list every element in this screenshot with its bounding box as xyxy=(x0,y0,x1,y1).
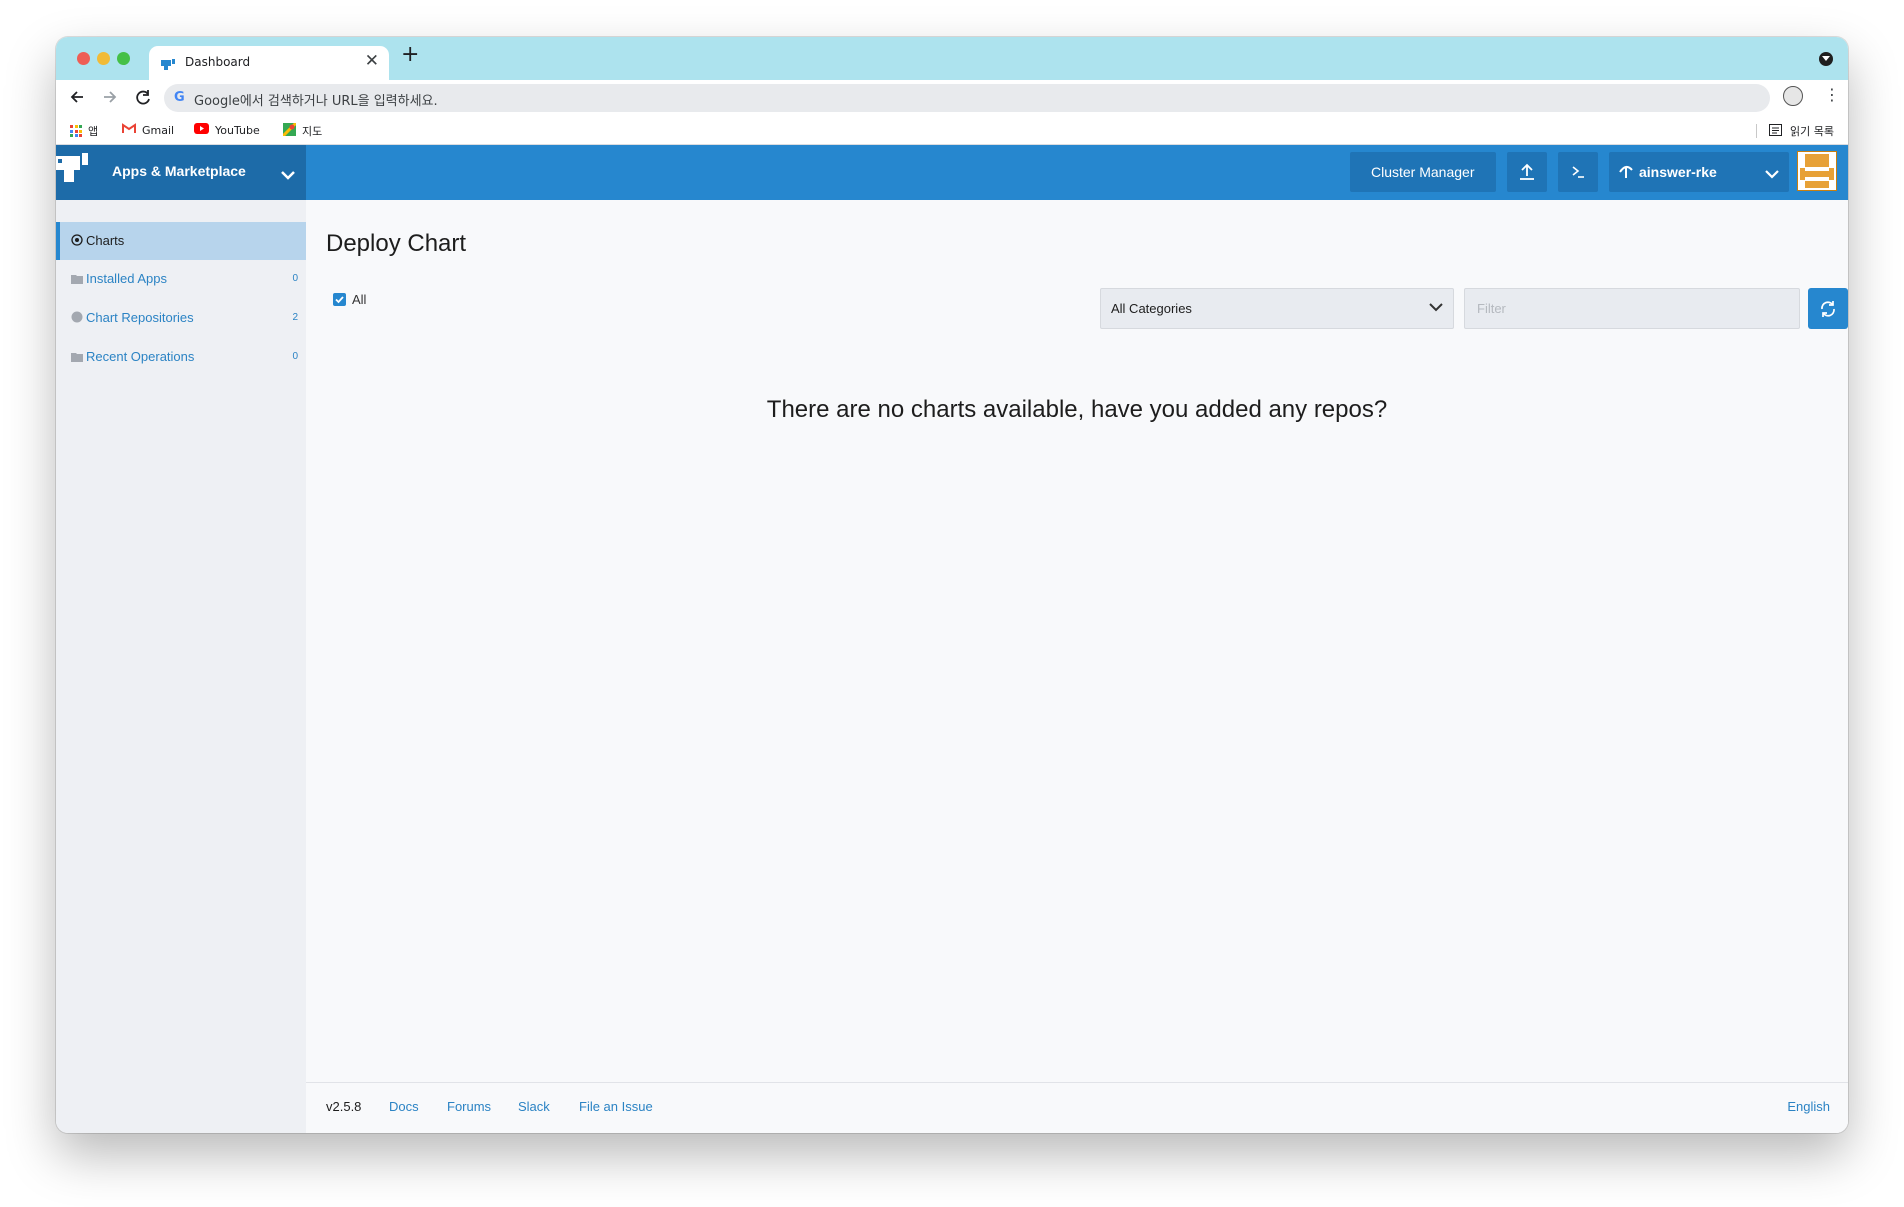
extension-icon[interactable] xyxy=(1783,86,1803,106)
reload-icon[interactable] xyxy=(132,86,154,108)
category-selected-value: All Categories xyxy=(1111,301,1192,316)
rancher-favicon-icon xyxy=(161,56,177,75)
sidebar-item-chart-repositories[interactable]: Chart Repositories 2 xyxy=(56,299,306,337)
checkbox-checked-icon[interactable] xyxy=(333,293,346,306)
count-badge: 2 xyxy=(292,312,298,323)
chevron-down-icon xyxy=(1429,303,1443,312)
bookmarks-bar: 앱 Gmail YouTube 지도 읽기 목록 xyxy=(56,116,1848,145)
maps-icon xyxy=(281,121,298,139)
chevron-down-icon xyxy=(1765,166,1779,182)
circle-dot-icon xyxy=(71,234,83,249)
language-selector[interactable]: English xyxy=(1787,1099,1830,1114)
sidebar-item-label: Recent Operations xyxy=(86,349,195,364)
tab-title: Dashboard xyxy=(185,55,251,69)
sidebar-item-label: Chart Repositories xyxy=(86,310,194,325)
browser-window: Dashboard ✕ + G Google에서 검색하거나 URL을 입력하세… xyxy=(56,37,1848,1133)
google-g-icon: G xyxy=(174,90,185,105)
folder-icon xyxy=(71,272,83,287)
address-bar[interactable]: G Google에서 검색하거나 URL을 입력하세요. xyxy=(164,84,1770,112)
sidebar: Charts Installed Apps 0 Chart Repositori… xyxy=(56,200,306,1133)
reading-list-button[interactable]: 읽기 목록 xyxy=(1756,123,1834,139)
tab-dashboard[interactable]: Dashboard ✕ xyxy=(149,46,389,80)
count-badge: 0 xyxy=(292,351,298,362)
bookmark-youtube[interactable]: YouTube xyxy=(194,123,260,137)
maximize-window-button[interactable] xyxy=(117,52,130,65)
sidebar-item-label: Charts xyxy=(86,233,125,248)
category-select[interactable]: All Categories xyxy=(1100,288,1454,329)
close-window-button[interactable] xyxy=(77,52,90,65)
bookmarks-divider xyxy=(1756,124,1758,138)
cluster-manager-label: Cluster Manager xyxy=(1371,164,1475,180)
bookmark-apps[interactable]: 앱 xyxy=(70,123,98,139)
all-label: All xyxy=(352,292,367,307)
empty-state-message: There are no charts available, have you … xyxy=(766,396,1388,423)
cluster-name: ainswer-rke xyxy=(1639,164,1717,180)
minimize-window-button[interactable] xyxy=(97,52,110,65)
new-tab-button[interactable]: + xyxy=(401,42,419,67)
sidebar-item-installed-apps[interactable]: Installed Apps 0 xyxy=(56,260,306,298)
bookmark-gmail[interactable]: Gmail xyxy=(122,123,174,137)
browser-toolbar: G Google에서 검색하거나 URL을 입력하세요. ⋮ xyxy=(56,80,1848,116)
tab-strip: Dashboard ✕ + xyxy=(56,37,1848,80)
refresh-icon xyxy=(1821,301,1835,317)
terminal-icon xyxy=(1571,165,1585,182)
sidebar-item-label: Installed Apps xyxy=(86,271,167,286)
footer-link-file-an-issue[interactable]: File an Issue xyxy=(579,1099,653,1114)
gmail-icon xyxy=(122,123,136,137)
bookmark-label: YouTube xyxy=(215,123,260,137)
youtube-icon xyxy=(194,123,209,137)
rancher-logo-icon xyxy=(56,153,90,189)
sidebar-item-recent-operations[interactable]: Recent Operations 0 xyxy=(56,338,306,376)
user-avatar[interactable] xyxy=(1797,151,1837,191)
app-header: Apps & Marketplace Cluster Manager ainsw… xyxy=(56,145,1848,200)
footer-link-forums[interactable]: Forums xyxy=(447,1099,491,1114)
refresh-button[interactable] xyxy=(1808,288,1848,329)
tab-close-icon[interactable]: ✕ xyxy=(365,51,379,71)
version-label: v2.5.8 xyxy=(326,1099,362,1114)
cluster-selector-dropdown[interactable]: ainswer-rke xyxy=(1609,152,1789,192)
app-menu-dropdown[interactable]: Apps & Marketplace xyxy=(56,145,306,200)
bookmark-label: Gmail xyxy=(142,123,175,137)
app-title: Apps & Marketplace xyxy=(112,163,246,179)
reading-list-label: 읽기 목록 xyxy=(1790,125,1834,138)
reading-list-icon xyxy=(1769,123,1783,139)
cluster-manager-button[interactable]: Cluster Manager xyxy=(1350,152,1496,192)
footer-link-slack[interactable]: Slack xyxy=(518,1099,550,1114)
sidebar-item-charts[interactable]: Charts xyxy=(56,222,306,260)
back-arrow-icon[interactable] xyxy=(66,86,88,108)
upload-button[interactable] xyxy=(1507,152,1547,192)
all-checkbox[interactable]: All xyxy=(333,292,366,307)
main-content: Deploy Chart All All Categories There ar… xyxy=(306,200,1848,1133)
footer-link-docs[interactable]: Docs xyxy=(389,1099,419,1114)
folder-icon xyxy=(71,350,83,365)
upload-icon xyxy=(1519,163,1535,184)
kubectl-shell-button[interactable] xyxy=(1558,152,1598,192)
circle-icon xyxy=(71,311,83,326)
forward-arrow-icon[interactable] xyxy=(99,86,121,108)
footer: v2.5.8 Docs Forums Slack File an Issue E… xyxy=(306,1082,1848,1133)
filter-input[interactable] xyxy=(1464,288,1800,329)
page-title: Deploy Chart xyxy=(326,230,467,257)
address-placeholder: Google에서 검색하거나 URL을 입력하세요. xyxy=(194,94,438,109)
chevron-down-icon xyxy=(280,165,296,184)
apps-grid-icon xyxy=(70,125,82,137)
cluster-icon xyxy=(1618,163,1634,182)
browser-menu-icon[interactable]: ⋮ xyxy=(1824,85,1840,104)
bookmark-label: 지도 xyxy=(302,125,323,138)
count-badge: 0 xyxy=(292,273,298,284)
tab-search-icon[interactable] xyxy=(1819,52,1833,66)
bookmark-label: 앱 xyxy=(88,125,99,138)
bookmark-maps[interactable]: 지도 xyxy=(281,121,323,139)
